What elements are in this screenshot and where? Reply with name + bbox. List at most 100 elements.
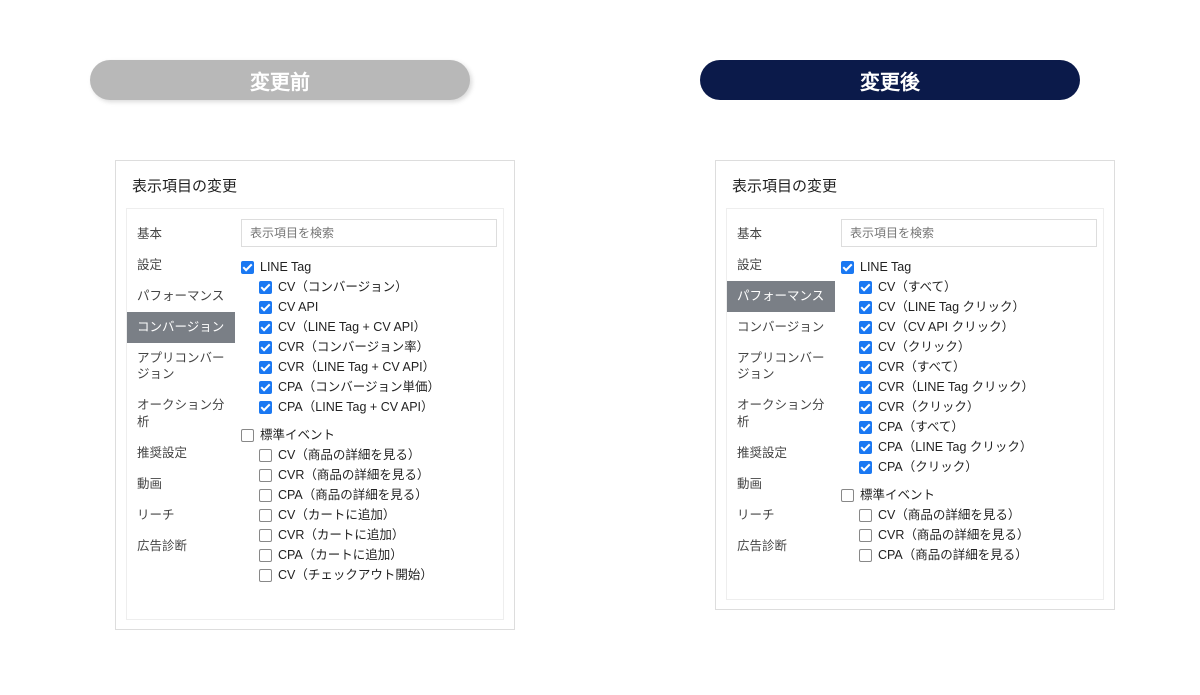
- sidebar-item[interactable]: 推奨設定: [127, 438, 235, 469]
- child-text: CPA（商品の詳細を見る）: [878, 545, 1028, 565]
- checkbox[interactable]: [259, 301, 272, 314]
- group-text: 標準イベント: [860, 485, 935, 505]
- child-item[interactable]: CVR（クリック）: [841, 397, 1097, 417]
- child-item[interactable]: CPA（商品の詳細を見る）: [841, 545, 1097, 565]
- child-item[interactable]: CVR（商品の詳細を見る）: [841, 525, 1097, 545]
- child-item[interactable]: CPA（商品の詳細を見る）: [241, 485, 497, 505]
- checkbox[interactable]: [859, 321, 872, 334]
- checkbox[interactable]: [859, 509, 872, 522]
- sidebar-item[interactable]: オークション分析: [127, 390, 235, 438]
- sidebar-item[interactable]: コンバージョン: [727, 312, 835, 343]
- checkbox[interactable]: [259, 281, 272, 294]
- child-item[interactable]: CPA（LINE Tag クリック）: [841, 437, 1097, 457]
- child-item[interactable]: CVR（コンバージョン率）: [241, 337, 497, 357]
- sidebar-item[interactable]: アプリコンバージョン: [127, 343, 235, 391]
- sidebar-item[interactable]: 広告診断: [727, 531, 835, 562]
- checkbox[interactable]: [859, 461, 872, 474]
- group-label[interactable]: LINE Tag: [241, 257, 497, 277]
- child-item[interactable]: CV API: [241, 297, 497, 317]
- checkbox[interactable]: [259, 341, 272, 354]
- child-item[interactable]: CV（カートに追加）: [241, 505, 497, 525]
- sidebar-item[interactable]: リーチ: [127, 500, 235, 531]
- sidebar-item[interactable]: 動画: [127, 469, 235, 500]
- search-input-after[interactable]: [841, 219, 1097, 247]
- child-item[interactable]: CV（LINE Tag + CV API）: [241, 317, 497, 337]
- group-label[interactable]: 標準イベント: [241, 425, 497, 445]
- checkbox[interactable]: [259, 549, 272, 562]
- sidebar-item[interactable]: リーチ: [727, 500, 835, 531]
- checkbox[interactable]: [259, 401, 272, 414]
- child-item[interactable]: CV（チェックアウト開始）: [241, 565, 497, 585]
- child-text: CPA（カートに追加）: [278, 545, 403, 565]
- child-text: CPA（商品の詳細を見る）: [278, 485, 428, 505]
- sidebar-item[interactable]: アプリコンバージョン: [727, 343, 835, 391]
- checkbox[interactable]: [259, 569, 272, 582]
- sidebar-item[interactable]: 設定: [127, 250, 235, 281]
- search-input-before[interactable]: [241, 219, 497, 247]
- group-label[interactable]: 標準イベント: [841, 485, 1097, 505]
- checkbox[interactable]: [259, 449, 272, 462]
- sidebar-item[interactable]: 基本: [727, 219, 835, 250]
- child-item[interactable]: CVR（LINE Tag クリック）: [841, 377, 1097, 397]
- child-item[interactable]: CPA（すべて）: [841, 417, 1097, 437]
- checkbox[interactable]: [259, 529, 272, 542]
- child-item[interactable]: CVR（LINE Tag + CV API）: [241, 357, 497, 377]
- child-item[interactable]: CPA（LINE Tag + CV API）: [241, 397, 497, 417]
- checkbox[interactable]: [859, 381, 872, 394]
- child-item[interactable]: CV（商品の詳細を見る）: [841, 505, 1097, 525]
- checkbox[interactable]: [259, 321, 272, 334]
- sidebar-item[interactable]: オークション分析: [727, 390, 835, 438]
- child-item[interactable]: CV（商品の詳細を見る）: [241, 445, 497, 465]
- checkbox[interactable]: [859, 421, 872, 434]
- child-item[interactable]: CPA（クリック）: [841, 457, 1097, 477]
- child-text: CV（商品の詳細を見る）: [878, 505, 1020, 525]
- child-text: CV（カートに追加）: [278, 505, 395, 525]
- checkbox[interactable]: [859, 441, 872, 454]
- sidebar-item[interactable]: パフォーマンス: [727, 281, 835, 312]
- child-text: CPA（すべて）: [878, 417, 964, 437]
- child-item[interactable]: CVR（商品の詳細を見る）: [241, 465, 497, 485]
- sidebar-item[interactable]: コンバージョン: [127, 312, 235, 343]
- checkbox[interactable]: [259, 509, 272, 522]
- checkbox[interactable]: [259, 361, 272, 374]
- child-text: CV（チェックアウト開始）: [278, 565, 433, 585]
- sidebar-item[interactable]: 動画: [727, 469, 835, 500]
- sidebar-item[interactable]: 広告診断: [127, 531, 235, 562]
- checkbox[interactable]: [859, 401, 872, 414]
- child-item[interactable]: CPA（コンバージョン単価）: [241, 377, 497, 397]
- child-item[interactable]: CVR（すべて）: [841, 357, 1097, 377]
- child-item[interactable]: CVR（カートに追加）: [241, 525, 497, 545]
- checkbox[interactable]: [259, 469, 272, 482]
- checkbox[interactable]: [859, 281, 872, 294]
- checkbox[interactable]: [259, 381, 272, 394]
- child-text: CVR（LINE Tag + CV API）: [278, 357, 435, 377]
- sidebar-item[interactable]: パフォーマンス: [127, 281, 235, 312]
- child-item[interactable]: CV（CV API クリック）: [841, 317, 1097, 337]
- checkbox[interactable]: [859, 301, 872, 314]
- sidebar-item[interactable]: 推奨設定: [727, 438, 835, 469]
- group-label[interactable]: LINE Tag: [841, 257, 1097, 277]
- checkbox[interactable]: [859, 341, 872, 354]
- sidebar-item[interactable]: 基本: [127, 219, 235, 250]
- child-item[interactable]: CV（すべて）: [841, 277, 1097, 297]
- checkbox[interactable]: [841, 261, 854, 274]
- panel-title-after: 表示項目の変更: [716, 161, 1114, 208]
- child-item[interactable]: CV（クリック）: [841, 337, 1097, 357]
- checkbox[interactable]: [859, 361, 872, 374]
- panel-after: 表示項目の変更 基本設定パフォーマンスコンバージョンアプリコンバージョンオークシ…: [715, 160, 1115, 610]
- child-text: CVR（LINE Tag クリック）: [878, 377, 1034, 397]
- child-item[interactable]: CPA（カートに追加）: [241, 545, 497, 565]
- content-after: LINE TagCV（すべて）CV（LINE Tag クリック）CV（CV AP…: [835, 209, 1103, 599]
- child-item[interactable]: CV（LINE Tag クリック）: [841, 297, 1097, 317]
- child-text: CPA（クリック）: [878, 457, 978, 477]
- checkbox[interactable]: [859, 529, 872, 542]
- checkbox[interactable]: [241, 261, 254, 274]
- checkbox[interactable]: [241, 429, 254, 442]
- child-item[interactable]: CV（コンバージョン）: [241, 277, 497, 297]
- checkbox[interactable]: [841, 489, 854, 502]
- child-text: CV（LINE Tag + CV API）: [278, 317, 426, 337]
- child-text: CV API: [278, 297, 318, 317]
- checkbox[interactable]: [259, 489, 272, 502]
- sidebar-item[interactable]: 設定: [727, 250, 835, 281]
- checkbox[interactable]: [859, 549, 872, 562]
